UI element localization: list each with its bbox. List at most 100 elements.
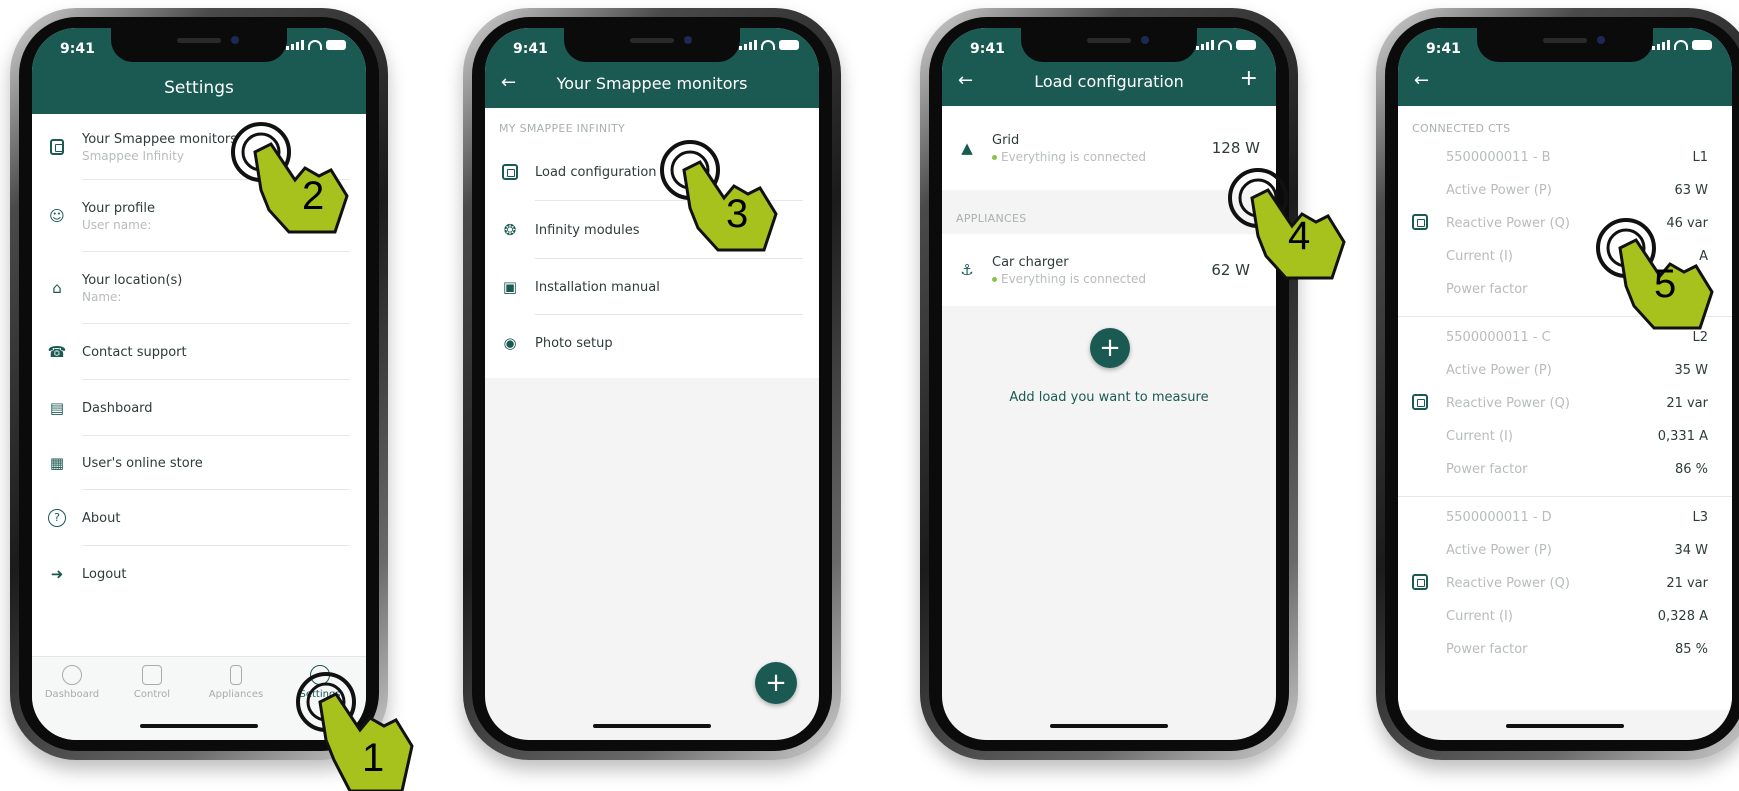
settings-item-support[interactable]: ☎ Contact support	[32, 324, 366, 380]
item-label: Infinity modules	[535, 222, 640, 238]
ct-sensor-icon	[1412, 213, 1428, 234]
item-label: Your location(s)	[82, 272, 183, 288]
item-sub: Name:	[82, 289, 122, 304]
item-label: Logout	[82, 566, 127, 582]
notch	[1021, 28, 1197, 62]
ct-id: 5500000011 - D	[1446, 510, 1552, 525]
status-time: 9:41	[60, 41, 95, 57]
tab-label: Control	[133, 689, 171, 700]
ct-value: 34 W	[1674, 543, 1708, 558]
section-label: APPLIANCES	[956, 212, 1027, 225]
status-time: 9:41	[1426, 41, 1461, 57]
monitors-screen: ← Your Smappee monitors 9:41 MY SMAPPEE …	[485, 28, 819, 740]
ct-group-c[interactable]: 5500000011 - C L2 Active Power (P) 35 W Re…	[1398, 317, 1732, 497]
control-icon	[142, 665, 162, 685]
ct-key: Active Power (P)	[1446, 543, 1552, 558]
page-title: Your Smappee monitors	[556, 74, 748, 93]
home-indicator	[1506, 724, 1624, 728]
book-icon: ▣	[502, 278, 518, 296]
add-load-button[interactable]: +	[1090, 328, 1130, 368]
home-indicator	[1050, 724, 1168, 728]
settings-item-about[interactable]: ? About	[32, 490, 366, 546]
monitor-icon	[46, 136, 68, 158]
monitor-icon	[499, 161, 521, 183]
status-time: 9:41	[513, 41, 548, 57]
ct-key: Reactive Power (Q)	[1446, 396, 1570, 411]
home-icon: ⌂	[52, 279, 62, 297]
ct-group-d[interactable]: 5500000011 - D L3 Active Power (P) 34 W Re…	[1398, 497, 1732, 677]
settings-item-store[interactable]: ▦ User's online store	[32, 436, 366, 490]
item-label: About	[82, 510, 121, 526]
item-label: Load configuration	[535, 164, 657, 180]
item-label: Your Smappee monitors	[82, 131, 238, 147]
ct-phase: L3	[1692, 510, 1708, 525]
battery-icon	[326, 40, 346, 50]
tab-appliances[interactable]: Appliances	[196, 665, 276, 700]
ct-key: Active Power (P)	[1446, 183, 1552, 198]
status-dot-icon	[992, 276, 997, 282]
step-number-1: 1	[362, 736, 385, 780]
grid-status: Everything is connected	[992, 150, 1212, 164]
wifi-icon	[1674, 40, 1688, 50]
tab-label: Appliances	[208, 689, 264, 700]
step-number-4: 4	[1288, 214, 1311, 258]
monitors-item-manual[interactable]: ▣ Installation manual	[485, 259, 819, 315]
home-indicator	[593, 724, 711, 728]
logout-icon: ➜	[50, 565, 64, 583]
item-label: User's online store	[82, 455, 203, 471]
item-label: Your profile	[82, 200, 155, 216]
item-sub: User name:	[82, 217, 152, 232]
notch	[564, 28, 740, 62]
ct-value: 35 W	[1674, 363, 1708, 378]
add-button[interactable]: +	[755, 662, 797, 704]
ct-value: 0,331 A	[1657, 429, 1708, 444]
monitors-item-photo[interactable]: ◉ Photo setup	[485, 315, 819, 371]
battery-icon	[1236, 40, 1256, 50]
step-number-5: 5	[1654, 262, 1677, 306]
phone-monitors: ← Your Smappee monitors 9:41 MY SMAPPEE …	[463, 8, 841, 760]
grid-name: Grid	[992, 132, 1020, 148]
tab-control[interactable]: Control	[112, 665, 192, 700]
ct-value: 21 var	[1666, 396, 1708, 411]
battery-icon	[1692, 40, 1712, 50]
settings-item-location[interactable]: ⌂ Your location(s) Name:	[32, 252, 366, 324]
ct-sensor-icon	[1412, 573, 1428, 594]
headset-icon: ☎	[47, 343, 67, 361]
page-title: Load configuration	[1034, 72, 1184, 91]
step-number-2: 2	[302, 174, 325, 218]
item-label: Photo setup	[535, 335, 613, 351]
tap-hand-icon-1	[296, 672, 414, 791]
signal-icon	[1652, 40, 1670, 50]
status-text: Everything is connected	[1001, 271, 1147, 286]
page-title: Settings	[164, 78, 234, 98]
signal-icon	[739, 40, 757, 50]
ct-key: Power factor	[1446, 642, 1528, 657]
cts-screen: ← 9:41 CONNECTED CTS 5500000011 - B L1 Ac…	[1398, 28, 1732, 740]
ct-key: Active Power (P)	[1446, 363, 1552, 378]
ct-key: Reactive Power (Q)	[1446, 576, 1570, 591]
ct-value: 85 %	[1674, 642, 1708, 657]
add-load-label[interactable]: Add load you want to measure	[942, 390, 1276, 405]
item-sub: Smappee Infinity	[82, 148, 184, 163]
modules-icon: ❂	[503, 221, 517, 239]
item-label: Dashboard	[82, 400, 153, 416]
step-number-3: 3	[726, 192, 749, 236]
ct-key: Current (I)	[1446, 429, 1513, 444]
item-label: Installation manual	[535, 279, 660, 295]
settings-item-dashboard[interactable]: ▤ Dashboard	[32, 380, 366, 436]
back-arrow-icon[interactable]: ←	[1414, 70, 1429, 91]
question-icon: ?	[46, 507, 68, 529]
signal-icon	[286, 40, 304, 50]
pylon-icon: ▲	[961, 139, 973, 157]
status-text: Everything is connected	[1001, 149, 1147, 164]
store-icon: ▦	[49, 454, 65, 472]
notch	[1477, 28, 1653, 62]
phone-connected-cts: ← 9:41 CONNECTED CTS 5500000011 - B L1 Ac…	[1376, 8, 1739, 760]
status-dot-icon	[992, 154, 997, 160]
chart-icon: ▤	[49, 399, 65, 417]
tab-dashboard[interactable]: Dashboard	[32, 665, 112, 700]
tab-label: Dashboard	[44, 689, 100, 700]
home-indicator	[140, 724, 258, 728]
settings-item-logout[interactable]: ➜ Logout	[32, 546, 366, 602]
add-icon[interactable]: +	[1240, 66, 1258, 91]
